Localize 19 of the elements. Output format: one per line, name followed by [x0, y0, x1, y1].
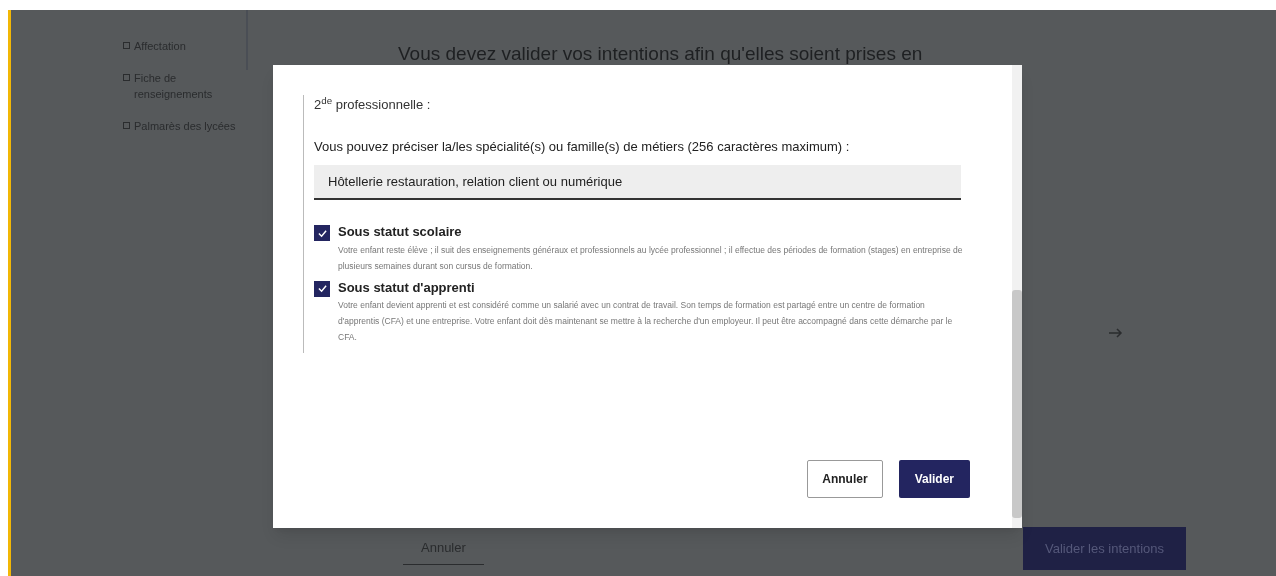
menu-bullet-icon: [123, 42, 130, 49]
option-description: Votre enfant reste élève ; il suit des enseignements généraux et professionnels au lycée professionnel ; il effectue des périodes de formation (stages) en entreprise de plusieurs semaines durant son cursus de formation.: [338, 243, 964, 273]
checkmark-icon: [317, 284, 327, 293]
option-description: Votre enfant devient apprenti et est considéré comme un salarié avec un contrat de travail. Son temps de formation est partagé entre un centre de formation d'apprentis (CFA) et une entreprise. Votre enfant doit dès maintenant se mettre à la recherche d'un employeur. Il peut être accompagné dans cette démarche par le CFA.: [338, 299, 954, 344]
option-label: Sous statut d'apprenti: [338, 278, 476, 297]
field-label: Vous pouvez préciser la/les spécialité(s) ou famille(s) de métiers (256 caractères maximum) :: [314, 137, 851, 156]
checkbox[interactable]: [314, 280, 330, 297]
menu-bullet-icon: [123, 122, 130, 129]
validate-button[interactable]: Valider: [898, 460, 970, 498]
arrow-right-icon: [1109, 328, 1123, 338]
cancel-button[interactable]: Annuler: [807, 460, 883, 498]
checkmark-icon: [317, 228, 327, 238]
checkbox[interactable]: [314, 225, 330, 241]
scrollbar[interactable]: [1012, 65, 1022, 528]
dialog-title: 2$^{de}$ professionnelle :: [314, 95, 432, 114]
page-heading: Vous devez valider vos intentions afin qu'elles soient prises en: [398, 42, 924, 66]
option-label: Sous statut scolaire: [338, 223, 463, 241]
specialty-input-field[interactable]: Hôtellerie restauration, relation client ou numérique: [314, 164, 961, 200]
menu-bullet-icon: [123, 74, 130, 81]
